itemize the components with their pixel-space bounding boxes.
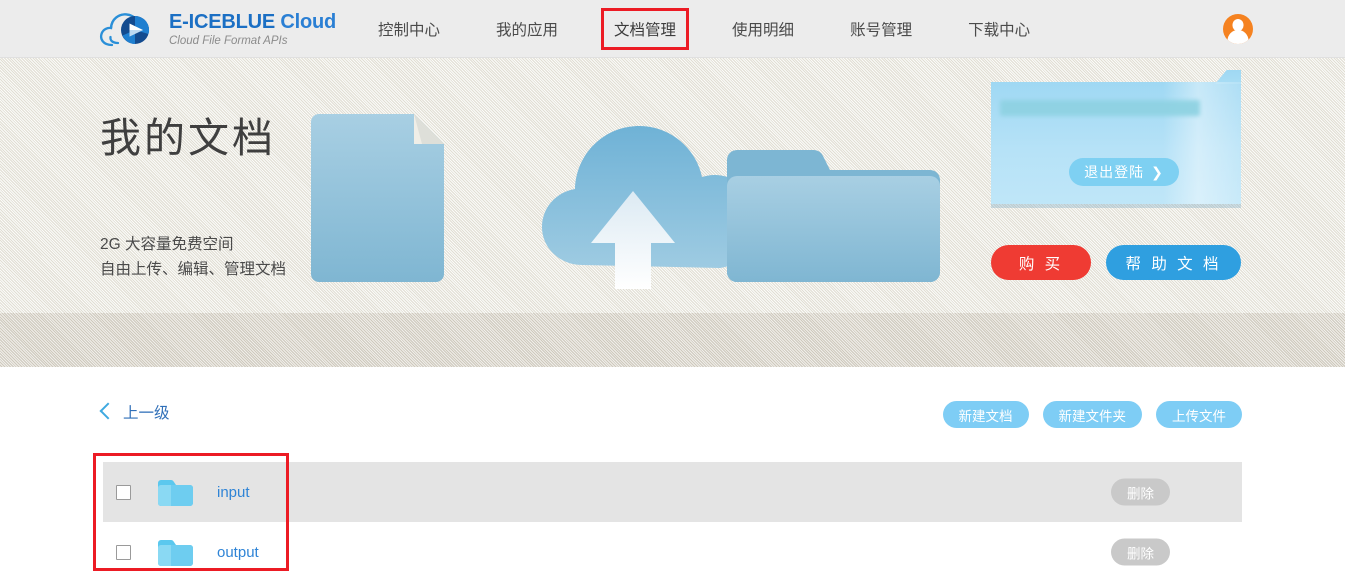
up-level-label: 上一级 <box>123 405 170 422</box>
up-level-button[interactable]: 上一级 <box>100 401 170 423</box>
logo-text: E-ICEBLUE Cloud Cloud File Format APIs <box>169 10 336 48</box>
nav-item-control-center[interactable]: 控制中心 <box>368 11 450 47</box>
new-document-button[interactable]: 新建文档 <box>942 401 1029 428</box>
new-folder-button[interactable]: 新建文件夹 <box>1042 401 1142 428</box>
illustration-folder-icon <box>727 150 940 282</box>
folder-icon <box>158 479 193 506</box>
illustration-document-icon <box>311 114 444 282</box>
row-checkbox[interactable] <box>116 484 131 500</box>
file-list: input 删除 output 删除 <box>103 462 1242 577</box>
hero-subtitle-line1: 2G 大容量免费空间 <box>100 236 234 253</box>
table-row[interactable]: output 删除 <box>103 522 1242 577</box>
logout-label: 退出登陆 <box>1084 164 1145 180</box>
hero-subtitle-line2: 自由上传、编辑、管理文档 <box>100 261 287 278</box>
folder-icon <box>158 539 193 566</box>
chevron-left-icon <box>100 402 113 422</box>
panel-shadow <box>991 204 1241 208</box>
chevron-right-icon: ❯ <box>1151 163 1164 180</box>
hero-subtitle: 2G 大容量免费空间 自由上传、编辑、管理文档 <box>100 232 286 282</box>
hero-illustration <box>311 114 940 289</box>
file-toolbar: 新建文档 新建文件夹 上传文件 <box>942 401 1242 428</box>
page-root: E-ICEBLUE Cloud Cloud File Format APIs 控… <box>0 0 1345 577</box>
page-title: 我的文档 <box>100 115 276 161</box>
upload-file-button[interactable]: 上传文件 <box>1156 401 1242 428</box>
logo-subtitle: Cloud File Format APIs <box>169 35 288 48</box>
cloud-logo-icon <box>100 13 150 47</box>
hero-bottom-band <box>0 313 1345 367</box>
logo-title: E-ICEBLUE Cloud <box>169 11 336 34</box>
row-name[interactable]: input <box>217 484 250 501</box>
nav-item-my-apps[interactable]: 我的应用 <box>486 11 568 47</box>
user-avatar-icon[interactable] <box>1223 14 1253 44</box>
avatar-body <box>1227 30 1249 44</box>
table-row[interactable]: input 删除 <box>103 462 1242 522</box>
delete-button[interactable]: 删除 <box>1111 478 1170 506</box>
row-name[interactable]: output <box>217 544 259 561</box>
nav-item-download-center[interactable]: 下载中心 <box>958 11 1040 47</box>
main-navigation: 控制中心 我的应用 文档管理 使用明细 账号管理 下载中心 <box>350 0 1058 58</box>
site-logo[interactable]: E-ICEBLUE Cloud Cloud File Format APIs <box>98 7 336 51</box>
buy-button[interactable]: 购 买 <box>991 245 1091 280</box>
delete-button[interactable]: 删除 <box>1111 538 1170 566</box>
site-header: E-ICEBLUE Cloud Cloud File Format APIs 控… <box>0 0 1345 58</box>
nav-item-usage-details[interactable]: 使用明细 <box>722 11 804 47</box>
help-doc-button[interactable]: 帮 助 文 档 <box>1106 245 1241 280</box>
logout-button[interactable]: 退出登陆 ❯ <box>1069 158 1179 186</box>
row-checkbox[interactable] <box>116 544 131 560</box>
nav-item-document-management[interactable]: 文档管理 <box>601 8 690 50</box>
nav-item-account-management[interactable]: 账号管理 <box>840 11 922 47</box>
masked-account-text <box>1000 100 1200 116</box>
